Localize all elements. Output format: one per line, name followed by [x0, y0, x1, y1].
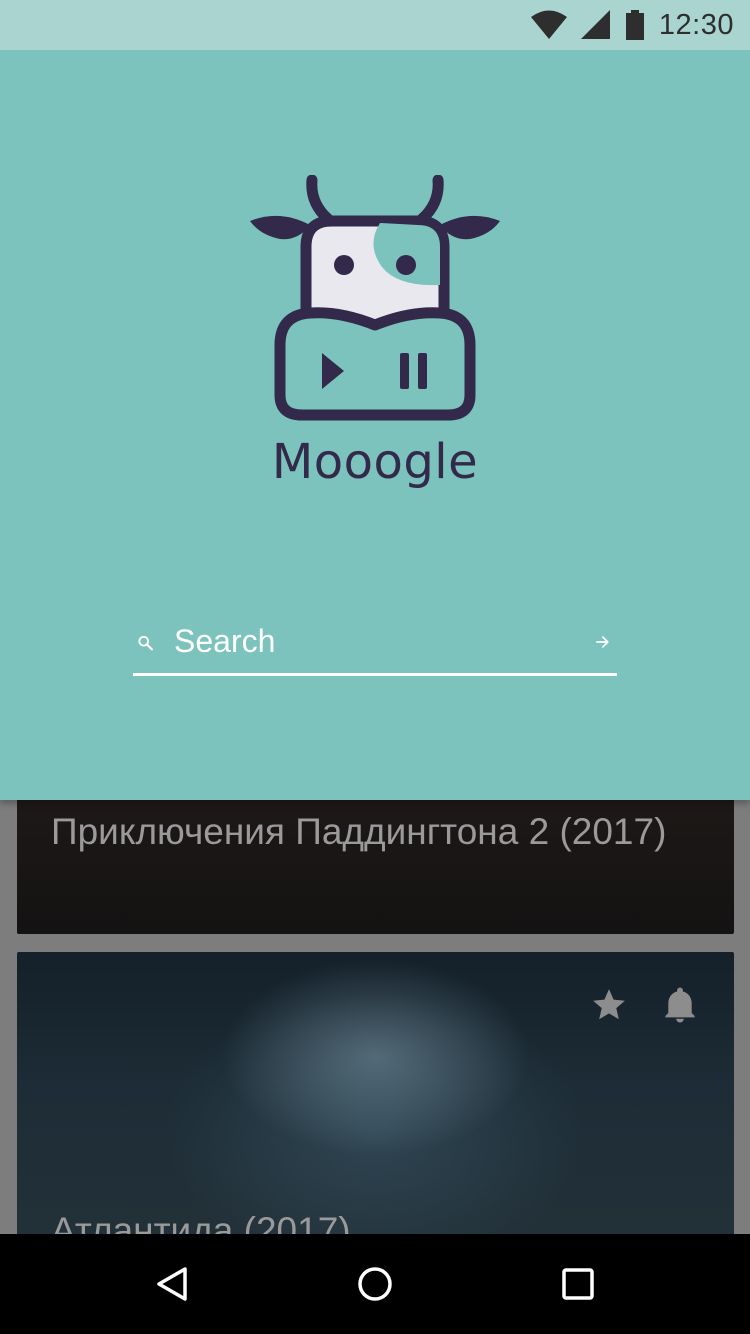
card-actions: [590, 986, 698, 1024]
search-bar: [133, 610, 617, 676]
battery-icon: [625, 10, 644, 40]
search-icon[interactable]: [137, 621, 154, 665]
status-bar: 12:30: [0, 0, 750, 50]
status-time: 12:30: [658, 8, 734, 41]
star-icon[interactable]: [590, 986, 628, 1024]
home-circle-icon: [358, 1267, 392, 1301]
app-name: Mooogle: [271, 434, 479, 490]
navigation-bar: [0, 1234, 750, 1334]
wifi-icon: [530, 10, 567, 39]
search-input[interactable]: [174, 623, 594, 660]
back-button[interactable]: [142, 1254, 202, 1314]
recents-button[interactable]: [548, 1254, 608, 1314]
back-triangle-icon: [156, 1267, 187, 1301]
cell-signal-icon: [580, 10, 610, 39]
movie-title: Атлантида (2017): [51, 1210, 351, 1234]
movie-card[interactable]: Атлантида (2017): [17, 952, 734, 1234]
arrow-right-icon[interactable]: [594, 620, 611, 664]
bell-icon[interactable]: [662, 986, 698, 1024]
search-header: Mooogle: [0, 50, 750, 800]
home-button[interactable]: [345, 1254, 405, 1314]
cow-logo-icon: [250, 175, 500, 421]
movie-title: Приключения Паддингтона 2 (2017): [51, 811, 667, 852]
recents-square-icon: [562, 1268, 595, 1300]
